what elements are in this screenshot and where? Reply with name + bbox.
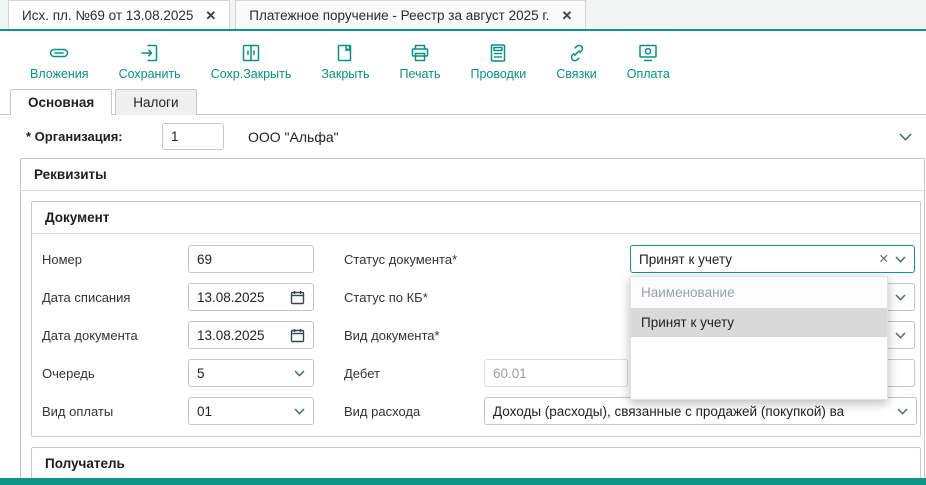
dropdown-column-header: Наименование bbox=[631, 277, 887, 308]
number-label: Номер bbox=[42, 252, 188, 267]
save-button[interactable]: Сохранить bbox=[119, 41, 181, 81]
requisites-group-title: Реквизиты bbox=[21, 159, 924, 191]
expense-kind-combobox[interactable]: Доходы (расходы), связанные с продажей (… bbox=[484, 397, 917, 425]
form-tab-bar: Основная Налоги bbox=[0, 89, 926, 115]
expense-kind-value: Доходы (расходы), связанные с продажей (… bbox=[493, 404, 891, 419]
toolbar-label: Проводки bbox=[470, 67, 526, 81]
chevron-down-icon[interactable] bbox=[899, 133, 912, 141]
save-close-icon bbox=[239, 41, 263, 65]
chevron-down-icon[interactable] bbox=[294, 370, 305, 377]
queue-select[interactable]: 5 bbox=[188, 359, 314, 387]
payment-order-window: Исх. пл. №69 от 13.08.2025 ✕ Платежное п… bbox=[0, 0, 926, 485]
payment-icon bbox=[636, 41, 660, 65]
attachments-icon bbox=[47, 41, 71, 65]
payment-kind-value: 01 bbox=[197, 404, 288, 419]
kb-status-label: Статус по КБ* bbox=[344, 290, 484, 305]
organization-combobox[interactable]: * Организация: ООО "Альфа" bbox=[0, 115, 926, 158]
chevron-down-icon[interactable] bbox=[895, 256, 906, 263]
form-row: Номер Статус документа* Принят к учету ✕… bbox=[32, 240, 920, 278]
window-tab-outgoing-payment[interactable]: Исх. пл. №69 от 13.08.2025 ✕ bbox=[8, 0, 230, 29]
write-off-date-label: Дата списания bbox=[42, 290, 188, 305]
tab-close-icon[interactable]: ✕ bbox=[561, 9, 572, 22]
chevron-down-icon[interactable] bbox=[897, 408, 908, 415]
debit-input bbox=[484, 359, 628, 387]
window-tab-register[interactable]: Платежное поручение - Реестр за август 2… bbox=[235, 0, 586, 29]
debit-input-field bbox=[493, 366, 619, 381]
save-close-button[interactable]: Сохр.Закрыть bbox=[211, 41, 292, 81]
doc-date-value: 13.08.2025 bbox=[197, 328, 284, 343]
status-value: Принят к учету bbox=[639, 252, 873, 267]
organization-label: * Организация: bbox=[26, 129, 162, 144]
status-combobox[interactable]: Принят к учету ✕ bbox=[630, 245, 915, 273]
print-button[interactable]: Печать bbox=[400, 41, 441, 81]
toolbar-label: Закрыть bbox=[321, 67, 369, 81]
payment-kind-select[interactable]: 01 bbox=[188, 397, 314, 425]
print-icon bbox=[408, 41, 432, 65]
document-group: Документ Номер Статус документа* Принят … bbox=[31, 201, 921, 437]
links-icon bbox=[565, 41, 589, 65]
toolbar-label: Вложения bbox=[30, 67, 89, 81]
doc-date-input[interactable]: 13.08.2025 bbox=[188, 321, 314, 349]
requisites-group: Реквизиты Документ Номер Статус документ… bbox=[20, 158, 925, 485]
tab-taxes[interactable]: Налоги bbox=[115, 89, 196, 115]
toolbar-label: Печать bbox=[400, 67, 441, 81]
document-group-body: Номер Статус документа* Принят к учету ✕… bbox=[32, 234, 920, 436]
payment-button[interactable]: Оплата bbox=[627, 41, 670, 81]
window-tab-label: Платежное поручение - Реестр за август 2… bbox=[249, 8, 549, 23]
status-dropdown-panel: Наименование Принят к учету bbox=[630, 276, 888, 400]
toolbar-label: Связки bbox=[556, 67, 596, 81]
payment-kind-label: Вид оплаты bbox=[42, 404, 188, 419]
write-off-date-value: 13.08.2025 bbox=[197, 290, 284, 305]
calendar-icon[interactable] bbox=[290, 290, 305, 305]
toolbar-label: Сохранить bbox=[119, 67, 181, 81]
toolbar-label: Сохр.Закрыть bbox=[211, 67, 292, 81]
dropdown-item[interactable]: Принят к учету bbox=[631, 308, 887, 337]
number-input-field[interactable] bbox=[197, 252, 305, 267]
number-input[interactable] bbox=[188, 245, 314, 273]
queue-value: 5 bbox=[197, 366, 288, 381]
toolbar: Вложения Сохранить Сохр.Закрыть Закрыть … bbox=[0, 31, 926, 87]
expense-kind-label: Вид расхода bbox=[344, 404, 484, 419]
queue-label: Очередь bbox=[42, 366, 188, 381]
debit-label: Дебет bbox=[344, 366, 484, 381]
tab-main[interactable]: Основная bbox=[10, 89, 112, 115]
write-off-date-input[interactable]: 13.08.2025 bbox=[188, 283, 314, 311]
window-tab-bar: Исх. пл. №69 от 13.08.2025 ✕ Платежное п… bbox=[0, 0, 926, 31]
recipient-group: Получатель bbox=[31, 447, 921, 481]
chevron-down-icon[interactable] bbox=[895, 332, 906, 339]
recipient-group-title: Получатель bbox=[32, 448, 920, 480]
save-icon bbox=[138, 41, 162, 65]
chevron-down-icon[interactable] bbox=[294, 408, 305, 415]
postings-button[interactable]: Проводки bbox=[470, 41, 526, 81]
clear-icon[interactable]: ✕ bbox=[879, 253, 889, 266]
links-button[interactable]: Связки bbox=[556, 41, 596, 81]
attachments-button[interactable]: Вложения bbox=[30, 41, 89, 81]
tab-close-icon[interactable]: ✕ bbox=[205, 9, 216, 22]
status-label: Статус документа* bbox=[344, 252, 484, 267]
bottom-scrollbar[interactable] bbox=[0, 478, 926, 485]
postings-icon bbox=[486, 41, 510, 65]
close-document-icon bbox=[333, 41, 357, 65]
toolbar-label: Оплата bbox=[627, 67, 670, 81]
organization-code-input[interactable] bbox=[162, 123, 224, 150]
organization-name: ООО "Альфа" bbox=[248, 129, 899, 145]
chevron-down-icon[interactable] bbox=[895, 294, 906, 301]
document-group-title: Документ bbox=[32, 202, 920, 234]
close-document-button[interactable]: Закрыть bbox=[321, 41, 369, 81]
doc-kind-label: Вид документа* bbox=[344, 328, 484, 343]
doc-date-label: Дата документа bbox=[42, 328, 188, 343]
window-tab-label: Исх. пл. №69 от 13.08.2025 bbox=[22, 8, 193, 23]
calendar-icon[interactable] bbox=[290, 328, 305, 343]
